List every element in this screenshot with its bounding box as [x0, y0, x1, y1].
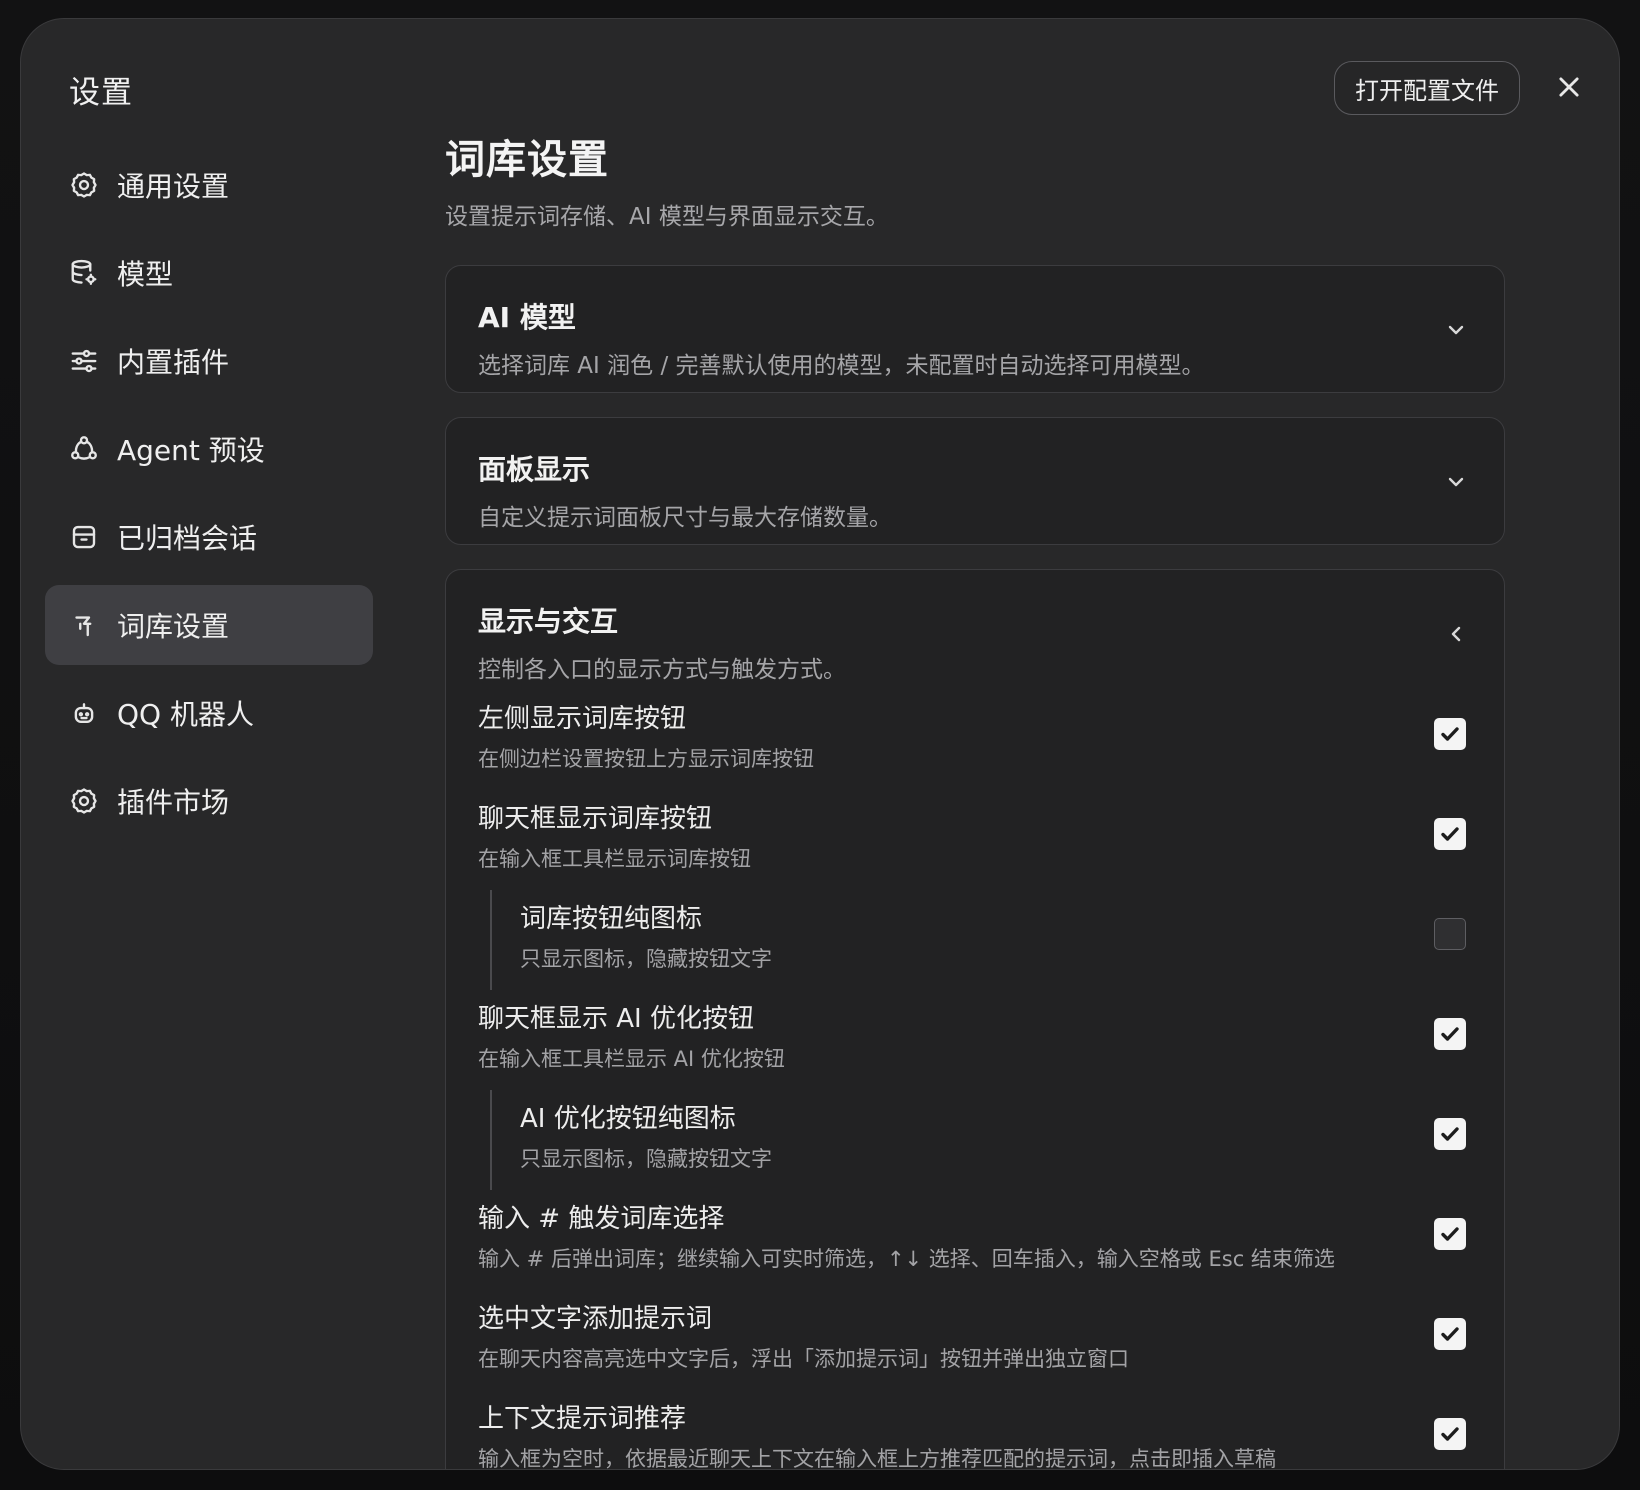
nesting-line [490, 890, 492, 990]
option-checkbox[interactable] [1434, 818, 1466, 850]
option-checkbox[interactable] [1434, 1118, 1466, 1150]
archive-icon [69, 522, 99, 552]
option-title: 选中文字添加提示词 [478, 1304, 713, 1334]
option-row: 左侧显示词库按钮 在侧边栏设置按钮上方显示词库按钮 [446, 690, 1504, 790]
option-row: 上下文提示词推荐 输入框为空时，依据最近聊天上下文在输入框上方推荐匹配的提示词，… [446, 1390, 1504, 1470]
sidebar-item-agent-presets[interactable]: Agent 预设 [45, 409, 373, 489]
section-title: AI 模型 [478, 301, 576, 334]
section-title: 显示与交互 [478, 605, 619, 638]
settings-dialog: 设置 通用设置 模型 内置插件 Agent 预设 已归档会话 词库设置 QQ 机… [20, 18, 1620, 1470]
close-button[interactable] [1551, 69, 1587, 105]
open-config-button[interactable]: 打开配置文件 [1334, 61, 1520, 115]
sidebar-item-label: QQ 机器人 [117, 698, 254, 731]
option-desc: 在聊天内容高亮选中文字后，浮出「添加提示词」按钮并弹出独立窗口 [478, 1347, 1129, 1371]
sidebar-item-builtin-plugins[interactable]: 内置插件 [45, 321, 373, 401]
option-row: 聊天框显示 AI 优化按钮 在输入框工具栏显示 AI 优化按钮 [446, 990, 1504, 1090]
option-title: 聊天框显示 AI 优化按钮 [478, 1004, 754, 1034]
section-ai-model: AI 模型 选择词库 AI 润色 / 完善默认使用的模型，未配置时自动选择可用模… [445, 265, 1505, 393]
check-icon [1441, 1127, 1459, 1141]
gear-icon [69, 170, 99, 200]
option-checkbox[interactable] [1434, 1018, 1466, 1050]
section-panel-display-header[interactable]: 面板显示 自定义提示词面板尺寸与最大存储数量。 [446, 418, 1504, 532]
section-desc: 选择词库 AI 润色 / 完善默认使用的模型，未配置时自动选择可用模型。 [478, 353, 1205, 379]
sidebar-item-label: 词库设置 [117, 610, 230, 643]
sidebar-item-models[interactable]: 模型 [45, 233, 373, 313]
bot-icon [69, 698, 99, 728]
agent-nodes-icon [69, 434, 99, 464]
sidebar-item-archived-sessions[interactable]: 已归档会话 [45, 497, 373, 577]
sidebar-nav: 通用设置 模型 内置插件 Agent 预设 已归档会话 词库设置 QQ 机器人 … [45, 145, 373, 849]
check-icon [1441, 1027, 1459, 1041]
check-icon [1441, 727, 1459, 741]
sidebar-item-lexicon-settings[interactable]: 词库设置 [45, 585, 373, 665]
page-subtitle: 设置提示词存储、AI 模型与界面显示交互。 [445, 204, 889, 230]
sidebar-item-label: 模型 [117, 258, 174, 291]
option-desc: 在输入框工具栏显示 AI 优化按钮 [478, 1047, 785, 1071]
sidebar-item-label: Agent 预设 [117, 434, 265, 467]
option-desc: 在输入框工具栏显示词库按钮 [478, 847, 751, 871]
option-checkbox[interactable] [1434, 918, 1466, 950]
sidebar-item-label: 通用设置 [117, 170, 230, 203]
check-icon [1441, 1327, 1459, 1341]
option-title: 词库按钮纯图标 [520, 904, 703, 934]
sidebar-item-general[interactable]: 通用设置 [45, 145, 373, 225]
gear-icon [69, 786, 99, 816]
section-desc: 控制各入口的显示方式与触发方式。 [478, 657, 846, 683]
option-desc: 输入框为空时，依据最近聊天上下文在输入框上方推荐匹配的提示词，点击即插入草稿 [478, 1447, 1276, 1470]
check-icon [1441, 827, 1459, 841]
chevron-down-icon[interactable] [1444, 318, 1468, 342]
option-checkbox[interactable] [1434, 1318, 1466, 1350]
sidebar-item-label: 插件市场 [117, 786, 230, 819]
option-row: 聊天框显示词库按钮 在输入框工具栏显示词库按钮 [446, 790, 1504, 890]
option-desc: 输入 # 后弹出词库；继续输入可实时筛选，↑↓ 选择、回车插入，输入空格或 Es… [478, 1247, 1335, 1271]
section-display-interaction-header[interactable]: 显示与交互 控制各入口的显示方式与触发方式。 [446, 570, 1504, 690]
section-desc: 自定义提示词面板尺寸与最大存储数量。 [478, 505, 892, 531]
chevron-left-icon[interactable] [1444, 622, 1468, 646]
option-checkbox[interactable] [1434, 1218, 1466, 1250]
sidebar-item-label: 内置插件 [117, 346, 230, 379]
main-content: 词库设置 设置提示词存储、AI 模型与界面显示交互。 AI 模型 选择词库 AI… [445, 127, 1505, 1470]
option-title: 左侧显示词库按钮 [478, 704, 687, 734]
option-title: 输入 # 触发词库选择 [478, 1204, 725, 1234]
section-ai-model-header[interactable]: AI 模型 选择词库 AI 润色 / 完善默认使用的模型，未配置时自动选择可用模… [446, 266, 1504, 380]
option-checkbox[interactable] [1434, 718, 1466, 750]
option-desc: 只显示图标，隐藏按钮文字 [520, 947, 772, 971]
sliders-icon [69, 346, 99, 376]
nesting-line [490, 1090, 492, 1190]
section-display-interaction: 显示与交互 控制各入口的显示方式与触发方式。 左侧显示词库按钮 在侧边栏设置按钮… [445, 569, 1505, 1470]
option-title: 聊天框显示词库按钮 [478, 804, 713, 834]
dialog-title: 设置 [69, 75, 133, 111]
check-icon [1441, 1427, 1459, 1441]
check-icon [1441, 1227, 1459, 1241]
database-gear-icon [69, 258, 99, 288]
option-row: 输入 # 触发词库选择 输入 # 后弹出词库；继续输入可实时筛选，↑↓ 选择、回… [446, 1190, 1504, 1290]
close-icon [1559, 77, 1579, 97]
option-row-sub: 词库按钮纯图标 只显示图标，隐藏按钮文字 [446, 890, 1504, 990]
section-panel-display: 面板显示 自定义提示词面板尺寸与最大存储数量。 [445, 417, 1505, 545]
option-desc: 在侧边栏设置按钮上方显示词库按钮 [478, 747, 814, 771]
option-row-sub: AI 优化按钮纯图标 只显示图标，隐藏按钮文字 [446, 1090, 1504, 1190]
lexicon-icon [69, 610, 99, 640]
sidebar-item-plugin-market[interactable]: 插件市场 [45, 761, 373, 841]
sidebar-item-label: 已归档会话 [117, 522, 258, 555]
option-title: AI 优化按钮纯图标 [520, 1104, 736, 1134]
section-title: 面板显示 [478, 453, 591, 486]
sidebar-item-qq-bot[interactable]: QQ 机器人 [45, 673, 373, 753]
chevron-down-icon[interactable] [1444, 470, 1468, 494]
option-checkbox[interactable] [1434, 1418, 1466, 1450]
option-desc: 只显示图标，隐藏按钮文字 [520, 1147, 772, 1171]
option-title: 上下文提示词推荐 [478, 1404, 687, 1434]
option-row: 选中文字添加提示词 在聊天内容高亮选中文字后，浮出「添加提示词」按钮并弹出独立窗… [446, 1290, 1504, 1390]
page-title: 词库设置 [445, 137, 609, 183]
